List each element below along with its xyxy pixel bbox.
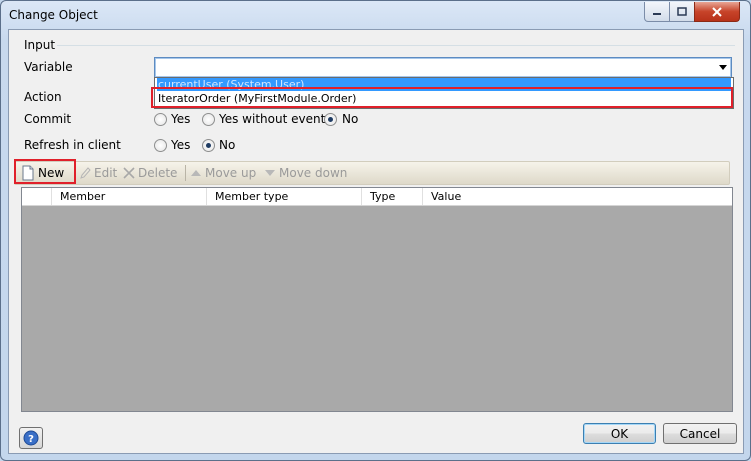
input-group-title: Input — [24, 38, 56, 52]
highlight-box-new — [14, 159, 76, 184]
triangle-down-icon — [265, 170, 275, 176]
move-up-button[interactable]: Move up — [190, 164, 256, 182]
dialog-content: Input Variable currentUser (System.User)… — [8, 29, 744, 454]
minimize-icon — [653, 12, 661, 15]
chevron-down-icon[interactable] — [719, 65, 727, 70]
member-toolbar: New Edit Delete Move up Move down — [14, 161, 730, 185]
change-object-dialog: Change Object Input Variable currentUser… — [0, 0, 751, 461]
minimize-button[interactable] — [644, 2, 670, 22]
refresh-in-client-label: Refresh in client — [24, 138, 121, 152]
input-group-divider — [57, 45, 735, 46]
action-group-title: Action — [24, 90, 62, 104]
column-header-select[interactable] — [22, 188, 52, 205]
refresh-no-radio[interactable] — [202, 139, 215, 152]
column-header-type[interactable]: Type — [362, 188, 423, 205]
refresh-no-label[interactable]: No — [219, 138, 235, 152]
delete-button[interactable]: Delete — [123, 164, 177, 182]
edit-button[interactable]: Edit — [79, 164, 117, 182]
commit-yes-radio[interactable] — [154, 113, 167, 126]
variable-select[interactable] — [154, 57, 732, 78]
refresh-yes-label[interactable]: Yes — [171, 138, 190, 152]
refresh-yes-radio[interactable] — [154, 139, 167, 152]
move-up-button-label: Move up — [205, 166, 257, 180]
commit-no-label[interactable]: No — [342, 112, 358, 126]
commit-no-radio[interactable] — [324, 113, 337, 126]
column-header-value[interactable]: Value — [423, 188, 732, 205]
grid-header: Member Member type Type Value — [22, 188, 732, 206]
title-bar[interactable]: Change Object — [1, 1, 750, 29]
window-title: Change Object — [9, 8, 98, 22]
commit-yes-without-events-radio[interactable] — [202, 113, 215, 126]
ok-button[interactable]: OK — [583, 423, 656, 444]
move-down-button-label: Move down — [279, 166, 348, 180]
help-button[interactable]: ? — [19, 427, 43, 449]
triangle-up-icon — [191, 170, 201, 176]
delete-x-icon — [123, 167, 135, 179]
column-header-member[interactable]: Member — [52, 188, 207, 205]
highlight-box-iterator-order — [151, 87, 733, 108]
close-icon — [712, 6, 722, 17]
close-button[interactable] — [694, 2, 740, 22]
maximize-button[interactable] — [669, 2, 695, 22]
variable-label: Variable — [24, 60, 73, 74]
edit-button-label: Edit — [94, 166, 118, 180]
members-grid[interactable]: Member Member type Type Value — [21, 187, 733, 412]
move-down-button[interactable]: Move down — [264, 164, 347, 182]
delete-button-label: Delete — [138, 166, 178, 180]
maximize-icon — [677, 7, 687, 16]
pencil-icon — [80, 167, 91, 179]
toolbar-separator — [185, 165, 186, 181]
column-header-member-type[interactable]: Member type — [207, 188, 362, 205]
commit-yes-without-events-label[interactable]: Yes without events — [219, 112, 332, 126]
help-question-icon: ? — [23, 430, 39, 446]
svg-text:?: ? — [28, 434, 34, 445]
commit-label: Commit — [24, 112, 72, 126]
cancel-button[interactable]: Cancel — [663, 423, 737, 444]
commit-yes-label[interactable]: Yes — [171, 112, 190, 126]
